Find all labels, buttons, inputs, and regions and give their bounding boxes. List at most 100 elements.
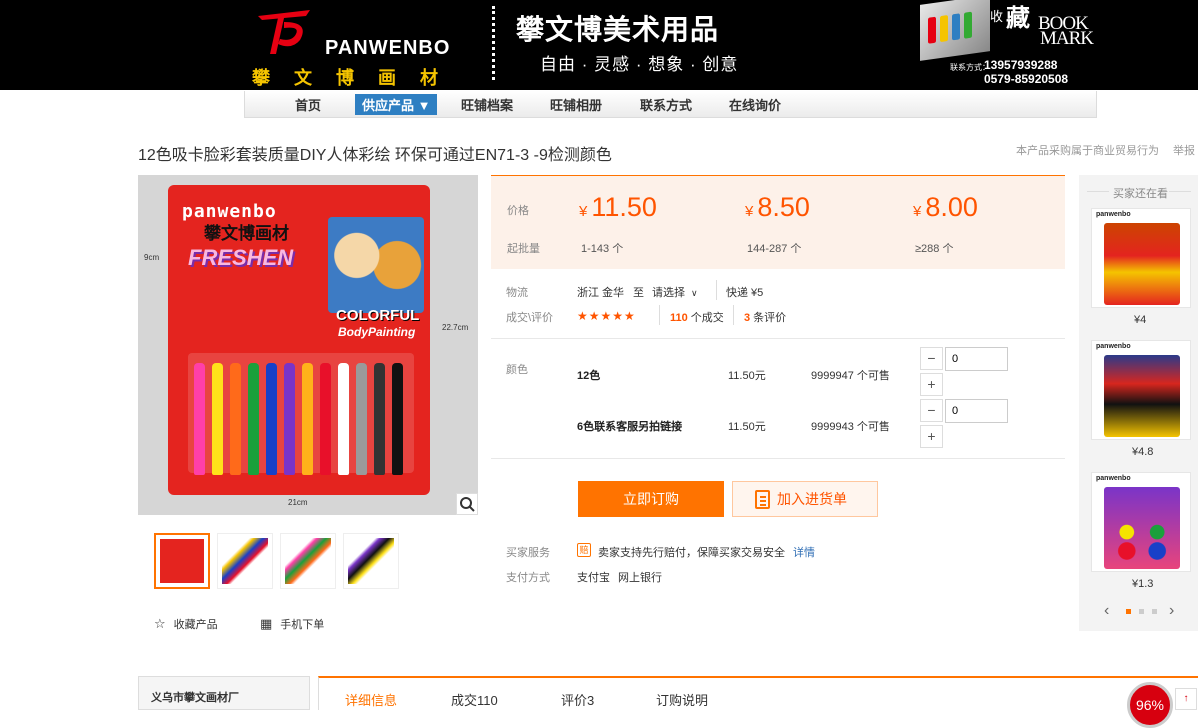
carousel-dot[interactable] xyxy=(1139,609,1144,614)
nav-contact[interactable]: 联系方式 xyxy=(640,95,692,114)
divider xyxy=(491,338,1065,339)
price-label: 价格 xyxy=(507,205,529,217)
sku-name: 6色联系客服另拍链接 xyxy=(577,421,683,433)
deal-count[interactable]: 110 个成交 xyxy=(670,309,724,325)
price-tier-2: ¥8.50 xyxy=(745,192,810,222)
painted-faces-photo xyxy=(328,217,424,313)
qty-plus-button[interactable]: + xyxy=(920,425,943,448)
shop-nav: 首页 供应产品 ▼ 旺铺档案 旺铺相册 联系方式 在线询价 xyxy=(244,91,1097,118)
logo-text-cn: 攀文博画材 xyxy=(252,68,462,89)
tab-details[interactable]: 详细信息 xyxy=(345,690,397,709)
qr-code-icon: ▦ xyxy=(260,616,273,631)
promo-bookmark: BOOK MARK xyxy=(1038,13,1094,49)
nav-inquiry[interactable]: 在线询价 xyxy=(729,95,781,114)
tab-deals[interactable]: 成交110 xyxy=(451,690,498,709)
bookmark-promo[interactable]: 收 藏 BOOK MARK 联系方式： 13957939288 0579-859… xyxy=(920,0,1098,90)
min-qty-label: 起批量 xyxy=(507,243,540,255)
qty-minus-button[interactable]: − xyxy=(920,347,943,370)
qty-input[interactable] xyxy=(945,399,1008,423)
sidebar-title: 买家还在看 xyxy=(1113,188,1168,200)
star-outline-icon: ☆ xyxy=(154,616,166,631)
paint-box-image xyxy=(920,0,990,61)
mobile-order[interactable]: ▦ 手机下单 xyxy=(260,616,324,632)
sku-name: 12色 xyxy=(577,370,601,382)
shipping-fee: 快递 ¥5 xyxy=(726,287,764,299)
nav-album[interactable]: 旺铺相册 xyxy=(550,95,602,114)
add-to-cart-button[interactable]: 加入进货单 xyxy=(732,481,878,517)
promo-cang: 藏 xyxy=(1006,5,1030,32)
logistics-label: 物流 xyxy=(506,287,528,299)
payment-alipay: 支付宝 xyxy=(577,572,610,584)
score-badge: 96% xyxy=(1127,682,1173,728)
favorite-product[interactable]: ☆ 收藏产品 xyxy=(154,616,218,632)
banner-divider xyxy=(492,6,495,80)
logo-text-en: PANWENBO xyxy=(325,37,451,59)
ship-from: 浙江 金华 xyxy=(577,287,625,299)
qty-minus-button[interactable]: − xyxy=(920,399,943,422)
range-tier-2: 144-287 个 xyxy=(747,243,802,255)
thumbnail-3[interactable] xyxy=(280,533,336,589)
shop-info-box: 义乌市攀文画材厂 xyxy=(138,676,310,710)
sku-stock: 9999947 个可售 xyxy=(811,370,890,382)
brand-slogan: 自由 · 灵感 · 想象 · 创意 xyxy=(540,55,739,74)
range-tier-1: 1-143 个 xyxy=(581,243,624,255)
tab-reviews[interactable]: 评价3 xyxy=(561,690,594,709)
contact-phones: 13957939288 0579-85920508 xyxy=(984,58,1069,86)
shop-name[interactable]: 义乌市攀文画材厂 xyxy=(151,689,239,705)
magnifier-icon xyxy=(460,497,475,512)
shop-banner: PANWENBO 攀文博画材 攀文博美术用品 自由 · 灵感 · 想象 · 创意… xyxy=(0,0,1198,90)
rating-stars-icon: ★★★★★ xyxy=(577,309,636,323)
sku-price: 11.50元 xyxy=(728,370,766,382)
also-viewed-item[interactable]: panwenbo xyxy=(1091,340,1191,440)
thumbnail-1[interactable] xyxy=(154,533,210,589)
report-link[interactable]: 举报 xyxy=(1173,145,1195,157)
range-tier-3: ≥288 个 xyxy=(915,243,954,255)
service-label: 买家服务 xyxy=(506,547,550,559)
item-price: ¥4 xyxy=(1134,314,1147,326)
compensation-icon: 赔 xyxy=(577,543,591,557)
carousel-next-icon[interactable]: › xyxy=(1169,602,1174,620)
also-viewed-item[interactable]: panwenbo xyxy=(1091,472,1191,572)
zoom-button[interactable] xyxy=(456,493,478,515)
ship-to-label: 至 xyxy=(633,287,644,299)
carousel-dot-active[interactable] xyxy=(1126,609,1131,614)
also-viewed-item[interactable]: panwenbo xyxy=(1091,208,1191,308)
back-to-top-icon[interactable]: ↑ xyxy=(1175,688,1197,710)
product-main-image[interactable]: panwenbo 攀文博画材 FRESHEN COLORFUL BodyPain… xyxy=(138,175,478,515)
panwenbo-logo-icon xyxy=(258,10,310,54)
detail-tabs: 详细信息 成交110 评价3 订购说明 xyxy=(318,676,1198,710)
order-list-icon xyxy=(755,490,770,509)
price-tier-3: ¥8.00 xyxy=(913,192,978,222)
thumbnail-2[interactable] xyxy=(217,533,273,589)
sku-stock: 9999943 个可售 xyxy=(811,421,890,433)
nav-archive[interactable]: 旺铺档案 xyxy=(461,95,513,114)
item-price: ¥1.3 xyxy=(1132,578,1154,590)
thumbnail-4[interactable] xyxy=(343,533,399,589)
side-dimension: 9cm xyxy=(144,253,160,262)
payment-bank: 网上银行 xyxy=(618,572,662,584)
crayon-package: panwenbo 攀文博画材 FRESHEN COLORFUL BodyPain… xyxy=(168,185,430,495)
nav-products[interactable]: 供应产品 ▼ xyxy=(355,94,438,115)
carousel-dot[interactable] xyxy=(1152,609,1157,614)
deals-label: 成交\评价 xyxy=(506,312,554,324)
divider xyxy=(491,458,1065,459)
nav-home[interactable]: 首页 xyxy=(295,95,321,114)
also-viewed-sidebar: 买家还在看 panwenbo ¥4 panwenbo ¥4.8 panwenbo… xyxy=(1079,175,1198,631)
buy-now-button[interactable]: 立即订购 xyxy=(578,481,724,517)
qty-plus-button[interactable]: + xyxy=(920,373,943,396)
tab-order-notes[interactable]: 订购说明 xyxy=(656,690,708,709)
price-panel: 价格 起批量 ¥11.50 ¥8.50 ¥8.00 1-143 个 144-28… xyxy=(491,175,1065,269)
chevron-down-icon: ∨ xyxy=(691,288,698,298)
service-details-link[interactable]: 详情 xyxy=(793,544,815,560)
promo-shou: 收 xyxy=(990,9,1004,24)
review-count[interactable]: 3 条评价 xyxy=(744,309,786,325)
qty-input[interactable] xyxy=(945,347,1008,371)
width-dimension: 21cm xyxy=(288,498,308,507)
carousel-prev-icon[interactable]: ‹ xyxy=(1104,602,1109,620)
price-tier-1: ¥11.50 xyxy=(579,192,657,222)
destination-select[interactable]: 请选择 ∨ xyxy=(652,284,698,300)
item-price: ¥4.8 xyxy=(1132,446,1154,458)
brand-name: 攀文博美术用品 xyxy=(516,14,720,45)
height-dimension: 22.7cm xyxy=(442,323,469,332)
service-text: 卖家支持先行赔付，保障买家交易安全 xyxy=(598,547,785,559)
